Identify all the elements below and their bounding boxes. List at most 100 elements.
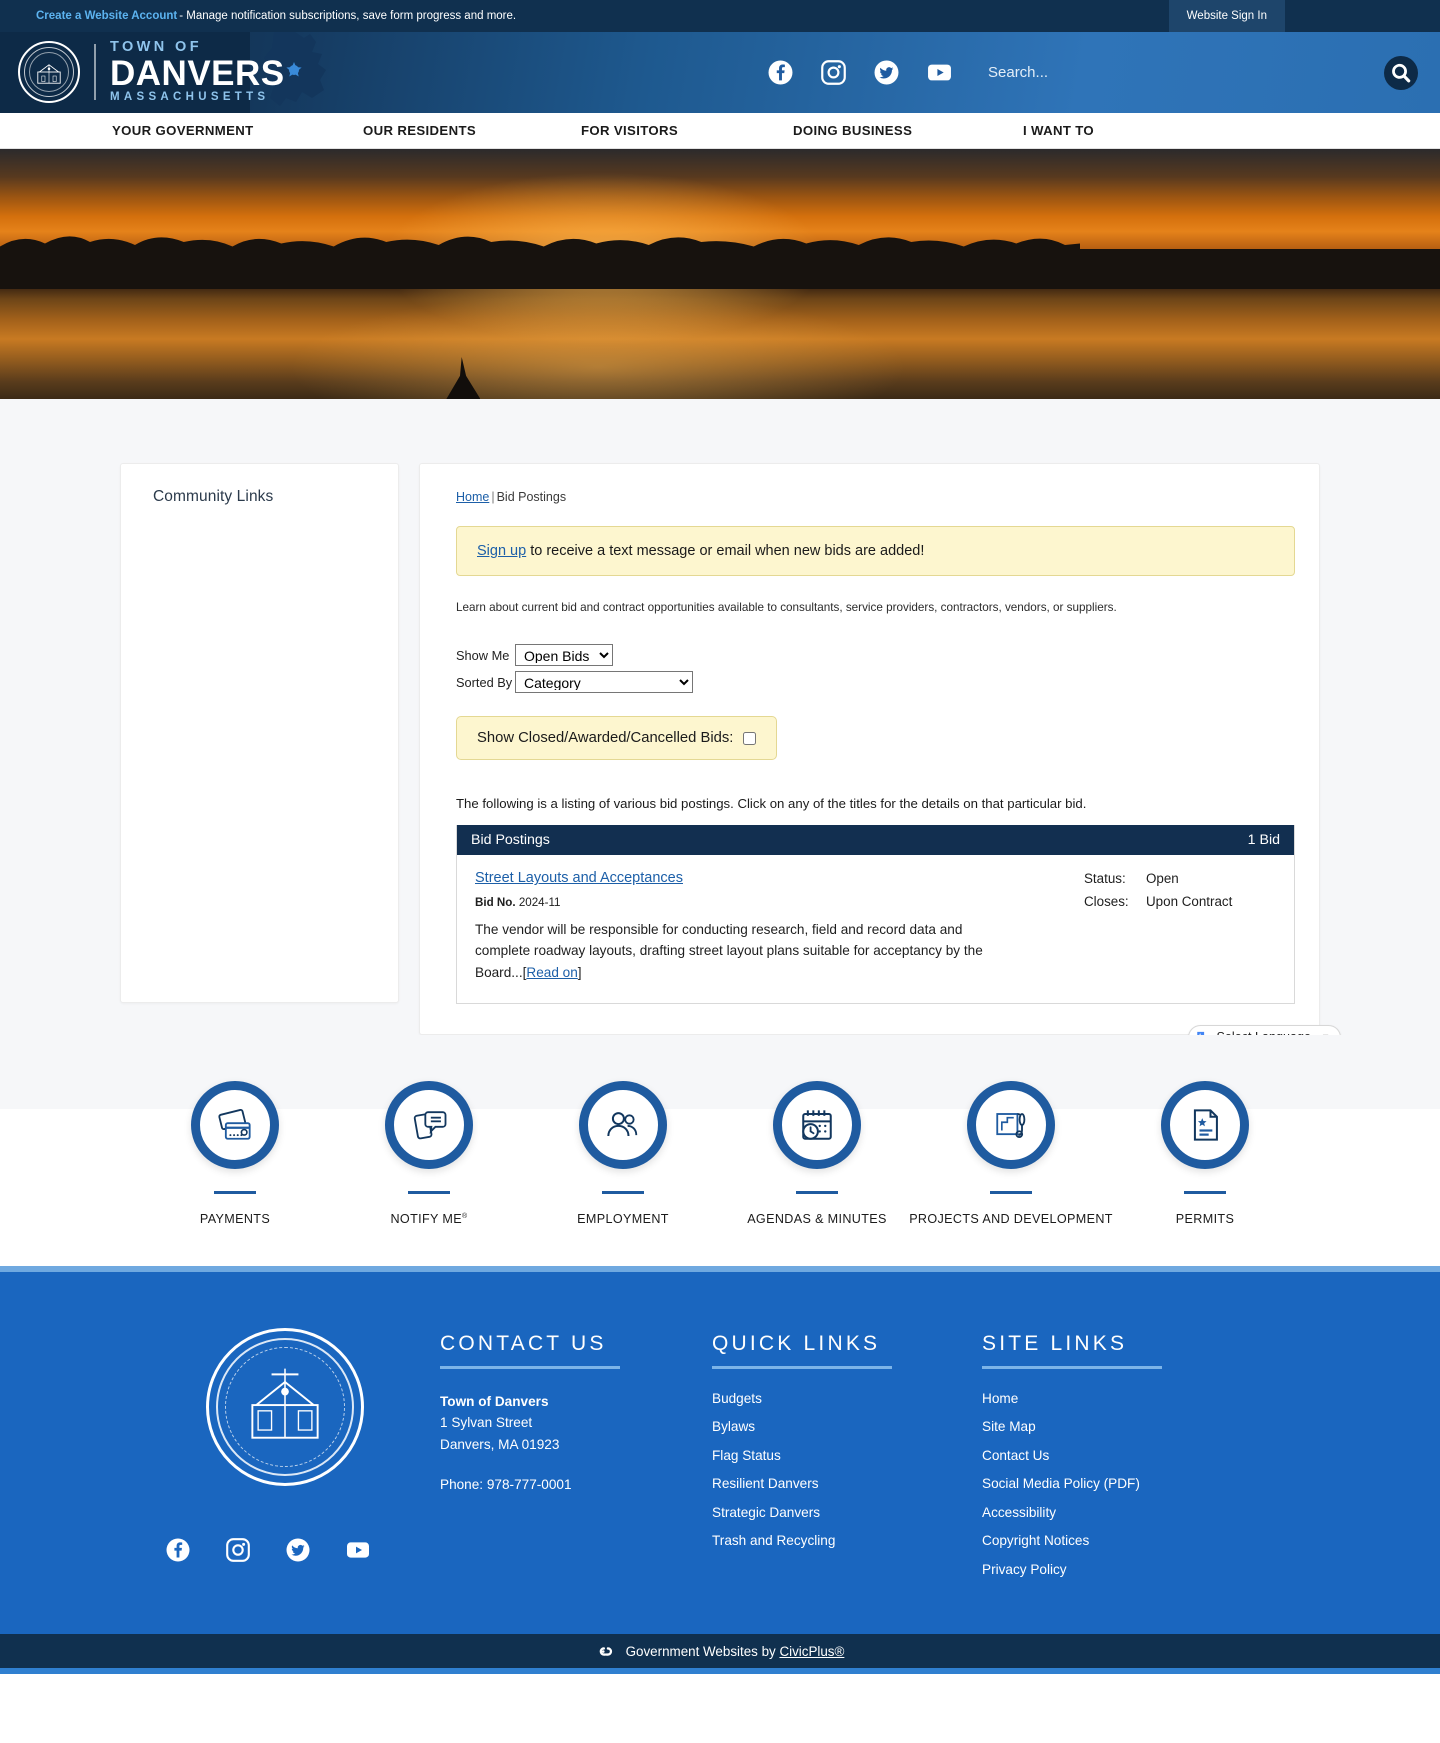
bid-table-title: Bid Postings [471, 832, 550, 849]
breadcrumb: Home | Bid Postings [456, 490, 1295, 504]
quick-links-rule [712, 1365, 892, 1369]
notify-me-underline [408, 1190, 450, 1194]
notify-me-circle [385, 1080, 473, 1169]
sidebar-title: Community Links [153, 488, 274, 505]
nav-item-doing-business[interactable]: DOING BUSINESS [793, 123, 1023, 138]
sign-up-link[interactable]: Sign up [477, 543, 526, 559]
quicklink-employment[interactable]: EMPLOYMENT [528, 1080, 718, 1226]
footer-contact-column: CONTACT US Town of Danvers 1 Sylvan Stre… [440, 1328, 712, 1591]
twitter-icon[interactable] [286, 1538, 310, 1562]
facebook-icon[interactable] [768, 60, 793, 85]
footer-link-resilient-danvers[interactable]: Resilient Danvers [712, 1476, 982, 1491]
lead-paragraph: Learn about current bid and contract opp… [456, 601, 1117, 614]
show-me-select[interactable]: Open Bids [515, 644, 613, 667]
quicklink-agendas-minutes[interactable]: AGENDAS & MINUTES [722, 1080, 912, 1226]
calendar-clock-icon [802, 1109, 832, 1140]
instagram-icon[interactable] [226, 1537, 250, 1562]
footer-site-links-column: SITE LINKS Home Site Map Contact Us Soci… [982, 1328, 1262, 1591]
civicplus-logo-icon [595, 1640, 617, 1662]
search-input[interactable] [988, 60, 1384, 85]
footer-social-links [166, 1537, 370, 1562]
contact-rule [440, 1365, 620, 1369]
youtube-icon[interactable] [346, 1538, 370, 1562]
read-on-link[interactable]: Read on [526, 965, 577, 980]
contact-us-heading: CONTACT US [440, 1331, 607, 1355]
website-sign-in-button[interactable]: Website Sign In [1168, 0, 1285, 32]
nav-item-i-want-to[interactable]: I WANT TO [1023, 123, 1380, 138]
footer-seal-column [130, 1327, 440, 1591]
logo-divider [94, 44, 96, 101]
footer-link-strategic-danvers[interactable]: Strategic Danvers [712, 1505, 982, 1520]
footer-link-bylaws[interactable]: Bylaws [712, 1419, 982, 1434]
footer-link-home[interactable]: Home [982, 1391, 1262, 1406]
create-account-link[interactable]: Create a Website Account [36, 10, 177, 22]
contact-phone: Phone: 978-777-0001 [440, 1476, 572, 1492]
bid-row-meta: Status: Open Closes: Upon Contract [1084, 869, 1280, 982]
bid-row-main: Street Layouts and Acceptances Bid No. 2… [475, 869, 1084, 982]
payments-label: PAYMENTS [199, 1211, 271, 1226]
quicklink-permits[interactable]: PERMITS [1110, 1080, 1300, 1226]
footer-link-social-media-policy[interactable]: Social Media Policy (PDF) [982, 1476, 1262, 1491]
employment-underline [602, 1190, 644, 1194]
youtube-icon[interactable] [927, 60, 952, 85]
quick-links-heading: QUICK LINKS [712, 1331, 881, 1355]
footer-link-contact-us[interactable]: Contact Us [982, 1448, 1262, 1463]
footer-link-accessibility[interactable]: Accessibility [982, 1505, 1262, 1520]
footer-link-trash-and-recycling[interactable]: Trash and Recycling [712, 1533, 982, 1548]
breadcrumb-separator: | [491, 490, 495, 504]
breadcrumb-current: Bid Postings [496, 490, 567, 504]
contact-citystate: Danvers, MA 01923 [440, 1436, 560, 1452]
utility-tagline: - Manage notification subscriptions, sav… [179, 10, 517, 22]
bottom-attribution-bar: Government Websites by CivicPlus® [0, 1634, 1440, 1675]
listing-instructions: The following is a listing of various bi… [456, 796, 1087, 812]
search-button[interactable] [1384, 55, 1418, 90]
attribution-text: Government Websites by CivicPlus® [626, 1644, 845, 1659]
instagram-icon[interactable] [821, 60, 846, 85]
footer-link-site-map[interactable]: Site Map [982, 1419, 1262, 1434]
blueprint-icon [996, 1112, 1026, 1138]
bid-description: The vendor will be responsible for condu… [475, 919, 995, 982]
sorted-by-select[interactable]: Category [515, 671, 693, 694]
footer-link-privacy-policy[interactable]: Privacy Policy [982, 1562, 1262, 1577]
bid-status-value: Open [1146, 871, 1179, 887]
quicklink-projects-development[interactable]: PROJECTS AND DEVELOPMENT [909, 1080, 1112, 1226]
quicklink-notify-me[interactable]: NOTIFY ME® [334, 1080, 524, 1226]
footer-link-copyright-notices[interactable]: Copyright Notices [982, 1533, 1262, 1548]
contact-org: Town of Danvers [440, 1393, 549, 1409]
projects-circle [967, 1080, 1055, 1169]
footer-link-budgets[interactable]: Budgets [712, 1391, 982, 1406]
show-me-label: Show Me [456, 647, 510, 663]
phone-message-icon [413, 1110, 447, 1139]
agendas-underline [796, 1190, 838, 1194]
employment-label: EMPLOYMENT [577, 1211, 669, 1226]
projects-underline [990, 1190, 1032, 1194]
bid-title-link[interactable]: Street Layouts and Acceptances [475, 870, 683, 886]
facebook-icon[interactable] [166, 1538, 190, 1562]
nav-item-your-government[interactable]: YOUR GOVERNMENT [112, 123, 363, 138]
bid-number-value: 2024-11 [518, 896, 561, 910]
contact-street: 1 Sylvan Street [440, 1415, 533, 1431]
people-icon [607, 1111, 638, 1136]
nav-item-for-visitors[interactable]: FOR VISITORS [581, 123, 793, 138]
signup-notice: Sign up to receive a text message or ema… [456, 526, 1295, 576]
logo-town-name: DANVERS [110, 53, 285, 93]
bid-number: Bid No. 2024-11 [475, 896, 1064, 909]
town-seal-icon [18, 41, 80, 104]
header-social-links [768, 60, 952, 85]
payments-underline [214, 1190, 256, 1194]
show-closed-bids-checkbox[interactable] [743, 731, 757, 745]
civicplus-link[interactable]: CivicPlus® [779, 1644, 844, 1659]
site-logo[interactable]: TOWN OF DANVERS MASSACHUSETTS [18, 39, 285, 105]
breadcrumb-home-link[interactable]: Home [456, 490, 489, 504]
permits-label: PERMITS [1175, 1211, 1235, 1226]
credit-cards-icon [218, 1108, 251, 1140]
attribution-prefix: Government Websites by [625, 1643, 780, 1659]
twitter-icon[interactable] [874, 60, 899, 85]
signup-notice-text: to receive a text message or email when … [526, 543, 925, 559]
footer-link-flag-status[interactable]: Flag Status [712, 1448, 982, 1463]
quicklink-payments[interactable]: PAYMENTS [140, 1080, 330, 1226]
nav-item-our-residents[interactable]: OUR RESIDENTS [363, 123, 581, 138]
utility-bar: Create a Website Account - Manage notifi… [0, 0, 1440, 32]
bid-status-line: Status: Open [1084, 871, 1280, 886]
bid-status-label: Status: [1084, 871, 1126, 887]
